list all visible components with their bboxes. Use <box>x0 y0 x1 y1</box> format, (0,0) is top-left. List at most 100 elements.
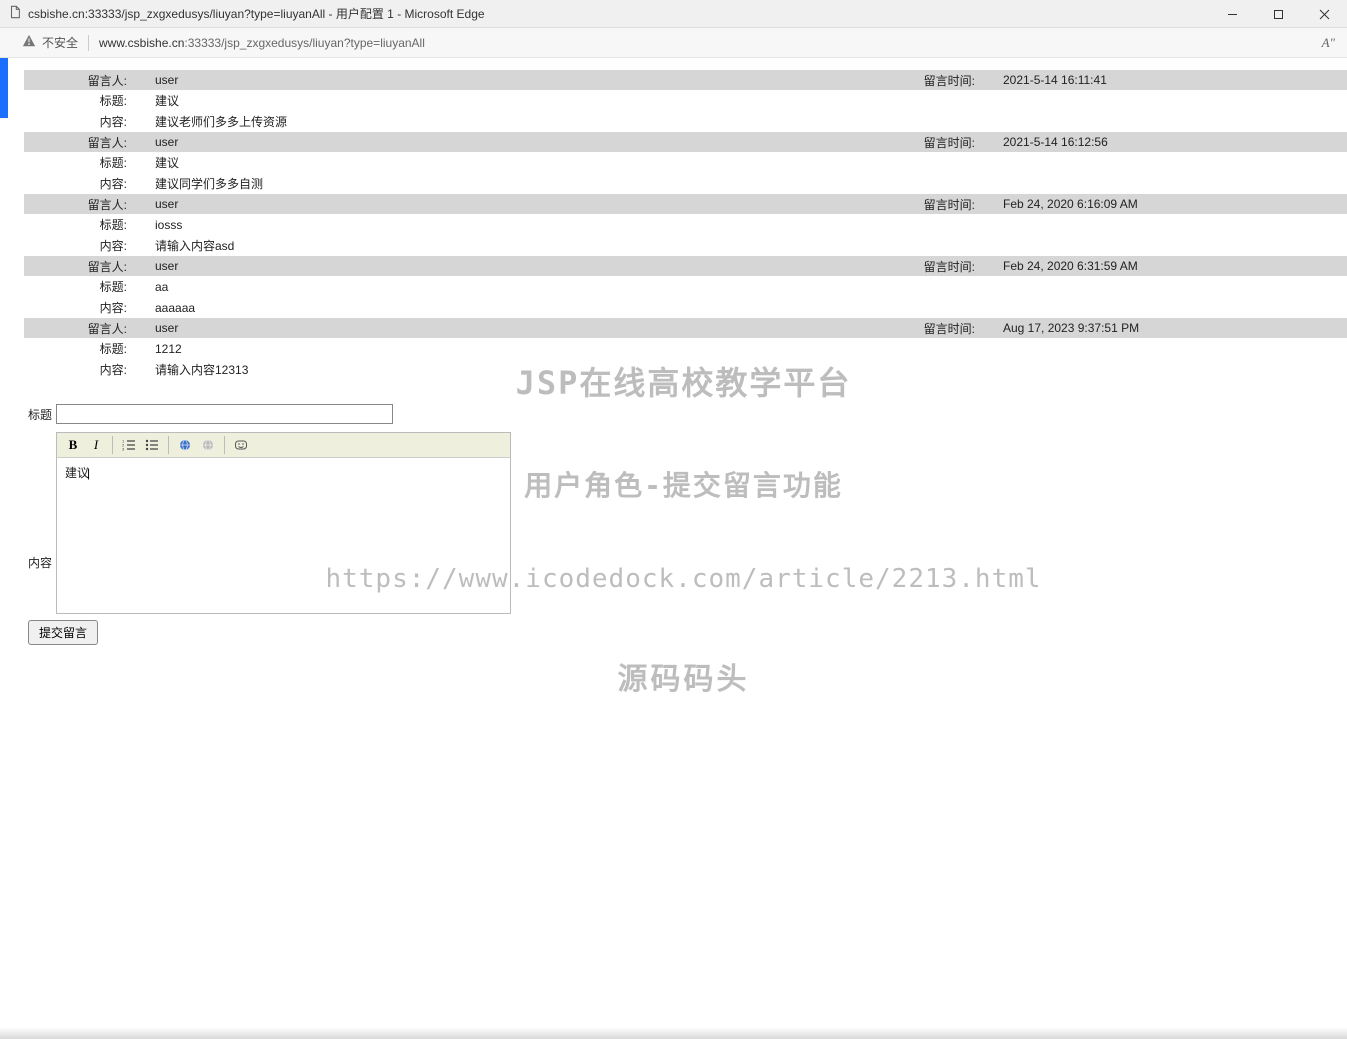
editor-body[interactable]: 建议 <box>56 458 511 614</box>
content-label: 内容: <box>24 237 149 254</box>
url-display[interactable]: www.csbishe.cn:33333/jsp_zxgxedusys/liuy… <box>99 36 425 50</box>
person-value: user <box>149 321 867 335</box>
editor-text: 建议 <box>65 466 90 480</box>
content-value: 建议同学们多多自测 <box>149 175 1347 192</box>
title-value: 建议 <box>149 92 1347 109</box>
italic-button[interactable]: I <box>86 435 106 455</box>
window-controls <box>1209 0 1347 28</box>
person-value: user <box>149 197 867 211</box>
content-value: 建议老师们多多上传资源 <box>149 113 1347 130</box>
message-header-row: 留言人: user 留言时间: 2021-5-14 16:12:56 <box>24 132 1347 152</box>
content-label: 内容: <box>24 175 149 192</box>
title-value: iosss <box>149 218 1347 232</box>
message-form: 标题 内容 B I 123 <box>24 404 1347 645</box>
maximize-button[interactable] <box>1255 0 1301 28</box>
unlink-button[interactable] <box>198 435 218 455</box>
message-block: 留言人: user 留言时间: 2021-5-14 16:12:56 标题: 建… <box>24 132 1347 194</box>
watermark-line4: 源码码头 <box>20 654 1347 698</box>
person-label: 留言人: <box>24 196 149 213</box>
person-label: 留言人: <box>24 134 149 151</box>
title-value: 1212 <box>149 342 1347 356</box>
submit-button[interactable]: 提交留言 <box>28 620 98 645</box>
message-header-row: 留言人: user 留言时间: Aug 17, 2023 9:37:51 PM <box>24 318 1347 338</box>
message-block: 留言人: user 留言时间: 2021-5-14 16:11:41 标题: 建… <box>24 70 1347 132</box>
title-label: 标题: <box>24 154 149 171</box>
bold-button[interactable]: B <box>63 435 83 455</box>
person-value: user <box>149 73 867 87</box>
emoticon-button[interactable] <box>231 435 251 455</box>
time-value: Feb 24, 2020 6:16:09 AM <box>997 197 1347 211</box>
title-label: 标题: <box>24 216 149 233</box>
time-value: Aug 17, 2023 9:37:51 PM <box>997 321 1347 335</box>
message-block: 留言人: user 留言时间: Feb 24, 2020 6:31:59 AM … <box>24 256 1347 318</box>
link-button[interactable] <box>175 435 195 455</box>
time-label: 留言时间: <box>867 72 997 89</box>
message-content-row: 内容: 请输入内容12313 <box>24 359 1347 380</box>
time-value: 2021-5-14 16:12:56 <box>997 135 1347 149</box>
warning-icon <box>22 34 36 51</box>
title-label: 标题: <box>24 340 149 357</box>
person-value: user <box>149 135 867 149</box>
editor-toolbar: B I 123 <box>56 432 511 458</box>
title-value: 建议 <box>149 154 1347 171</box>
insecure-warning[interactable]: 不安全 <box>22 34 78 51</box>
person-label: 留言人: <box>24 320 149 337</box>
message-header-row: 留言人: user 留言时间: Feb 24, 2020 6:16:09 AM <box>24 194 1347 214</box>
message-block: 留言人: user 留言时间: Aug 17, 2023 9:37:51 PM … <box>24 318 1347 380</box>
time-label: 留言时间: <box>867 196 997 213</box>
content-label: 内容: <box>24 299 149 316</box>
url-path: :33333/jsp_zxgxedusys/liuyan?type=liuyan… <box>184 36 425 50</box>
svg-text:3: 3 <box>122 447 125 452</box>
message-title-row: 标题: 建议 <box>24 152 1347 173</box>
message-block: 留言人: user 留言时间: Feb 24, 2020 6:16:09 AM … <box>24 194 1347 256</box>
left-edge-sliver <box>0 58 8 1039</box>
time-value: 2021-5-14 16:11:41 <box>997 73 1347 87</box>
person-value: user <box>149 259 867 273</box>
message-header-row: 留言人: user 留言时间: 2021-5-14 16:11:41 <box>24 70 1347 90</box>
form-content-label: 内容 <box>28 552 56 571</box>
message-content-row: 内容: 请输入内容asd <box>24 235 1347 256</box>
browser-tab-bar: csbishe.cn:33333/jsp_zxgxedusys/liuyan?t… <box>0 0 1347 28</box>
content-value: 请输入内容asd <box>149 237 1347 254</box>
message-list: 留言人: user 留言时间: 2021-5-14 16:11:41 标题: 建… <box>24 70 1347 380</box>
message-title-row: 标题: aa <box>24 276 1347 297</box>
title-label: 标题: <box>24 92 149 109</box>
bottom-shadow <box>0 1027 1347 1039</box>
url-host: www.csbishe.cn <box>99 36 184 50</box>
content-label: 内容: <box>24 113 149 130</box>
message-header-row: 留言人: user 留言时间: Feb 24, 2020 6:31:59 AM <box>24 256 1347 276</box>
title-input[interactable] <box>56 404 393 424</box>
toolbar-separator <box>224 436 225 454</box>
message-content-row: 内容: 建议老师们多多上传资源 <box>24 111 1347 132</box>
time-value: Feb 24, 2020 6:31:59 AM <box>997 259 1347 273</box>
time-label: 留言时间: <box>867 258 997 275</box>
close-button[interactable] <box>1301 0 1347 28</box>
title-label: 标题: <box>24 278 149 295</box>
message-title-row: 标题: 1212 <box>24 338 1347 359</box>
content-value: aaaaaa <box>149 301 1347 315</box>
insecure-label: 不安全 <box>42 34 78 51</box>
time-label: 留言时间: <box>867 134 997 151</box>
ordered-list-button[interactable]: 123 <box>119 435 139 455</box>
message-content-row: 内容: aaaaaa <box>24 297 1347 318</box>
unordered-list-button[interactable] <box>142 435 162 455</box>
toolbar-separator <box>168 436 169 454</box>
content-value: 请输入内容12313 <box>149 361 1347 378</box>
content-label: 内容: <box>24 361 149 378</box>
form-title-label: 标题 <box>28 404 56 423</box>
toolbar-separator <box>112 436 113 454</box>
message-content-row: 内容: 建议同学们多多自测 <box>24 173 1347 194</box>
time-label: 留言时间: <box>867 320 997 337</box>
person-label: 留言人: <box>24 72 149 89</box>
aa-icon: A" <box>1322 35 1335 50</box>
rich-text-editor: B I 123 <box>56 432 511 614</box>
tab-title: csbishe.cn:33333/jsp_zxgxedusys/liuyan?t… <box>28 5 485 22</box>
browser-tab[interactable]: csbishe.cn:33333/jsp_zxgxedusys/liuyan?t… <box>8 5 485 22</box>
read-aloud-button[interactable]: A" <box>1322 35 1335 51</box>
message-title-row: 标题: iosss <box>24 214 1347 235</box>
address-separator <box>88 35 89 51</box>
minimize-button[interactable] <box>1209 0 1255 28</box>
title-value: aa <box>149 280 1347 294</box>
address-bar: 不安全 www.csbishe.cn:33333/jsp_zxgxedusys/… <box>0 28 1347 58</box>
page-content: 留言人: user 留言时间: 2021-5-14 16:11:41 标题: 建… <box>20 58 1347 1039</box>
